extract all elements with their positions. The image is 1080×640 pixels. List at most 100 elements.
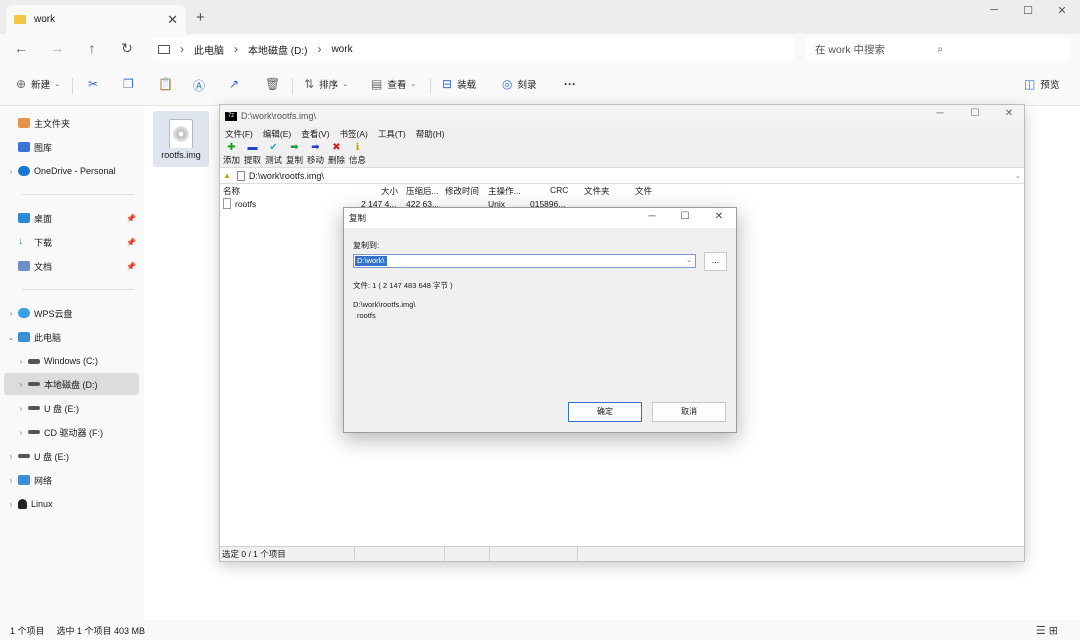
paste-button[interactable]: 📋 [158,77,178,91]
cut-button[interactable]: ✂ [88,77,103,91]
minimize-button[interactable]: ─ [979,4,1009,16]
nav-home[interactable]: 主文件夹 [4,112,139,134]
view-toggle-icons[interactable]: ☰ ⊞ [1036,624,1058,637]
dialog-maximize-button[interactable]: ☐ [674,211,696,222]
back-button[interactable]: ← [11,40,31,56]
tool-button-5[interactable]: ✖ 删除 [326,141,347,167]
new-tab-button[interactable]: + [196,9,205,26]
nav-gallery[interactable]: 图库 [4,136,139,158]
col-folders[interactable]: 文件夹 [584,185,610,197]
chevron-down-icon[interactable]: ⌄ [1015,172,1021,180]
chevron-right-icon[interactable]: › [4,476,18,485]
tool-button-1[interactable]: ▬ 提取 [242,141,263,167]
col-crc[interactable]: CRC [550,185,568,195]
menu-view[interactable]: 查看(V) [301,128,329,140]
tool-button-6[interactable]: ℹ 信息 [347,141,368,167]
preview-pane-button[interactable]: ◫ 预览 [1024,77,1059,91]
nav-desktop[interactable]: 桌面 📌 [4,207,139,229]
pin-icon[interactable]: 📌 [126,262,136,271]
nav-network[interactable]: › 网络 [4,469,139,491]
col-modified[interactable]: 修改时间 [445,185,479,197]
refresh-button[interactable]: ↻ [117,40,137,57]
address-bar[interactable]: › 此电脑 › 本地磁盘 (D:) › work [152,37,795,61]
sevenzip-maximize-button[interactable]: ☐ [960,108,990,119]
tool-button-2[interactable]: ✔ 测试 [263,141,284,167]
ok-button[interactable]: 确定 [568,402,642,422]
delete-button[interactable]: 🗑 [265,77,285,91]
paste-icon: 📋 [158,77,173,91]
nav-usb-e[interactable]: › U 盘 (E:) [4,397,139,419]
chevron-right-icon[interactable]: › [4,500,18,509]
chevron-right-icon[interactable]: › [4,452,18,461]
nav-linux[interactable]: › Linux [4,493,139,515]
tool-button-3[interactable]: ➡ 复制 [284,141,305,167]
burn-button[interactable]: ◎ 刻录 [502,77,537,91]
dialog-close-button[interactable]: ✕ [708,211,730,222]
breadcrumb-work[interactable]: work [331,44,352,55]
search-box[interactable]: 在 work 中搜索 ⌕ [805,37,1070,61]
sevenzip-path-text[interactable]: D:\work\rootfs.img\ [249,171,324,181]
destination-combobox[interactable]: D:\work\ ⌄ [353,254,696,268]
menu-file[interactable]: 文件(F) [225,128,253,140]
tab-work[interactable]: work ✕ [6,5,186,34]
nav-onedrive[interactable]: › OneDrive - Personal [4,160,139,182]
nav-usb-e2[interactable]: › U 盘 (E:) [4,445,139,467]
col-host-os[interactable]: 主操作... [488,185,521,197]
tool-button-4[interactable]: ➡ 移动 [305,141,326,167]
forward-button[interactable]: → [47,40,67,56]
nav-this-pc-label: 此电脑 [34,332,62,343]
chevron-right-icon[interactable]: › [14,380,28,389]
col-packed[interactable]: 压缩后... [406,185,439,197]
breadcrumb-this-pc[interactable]: 此电脑 [194,42,224,57]
new-button[interactable]: ⊕ 新建 ⌄ [16,77,60,91]
maximize-button[interactable]: ☐ [1013,4,1043,17]
pin-icon[interactable]: 📌 [126,238,136,247]
col-files[interactable]: 文件 [635,185,652,197]
chevron-right-icon[interactable]: › [4,309,18,318]
nav-documents[interactable]: 文档 📌 [4,255,139,277]
col-size[interactable]: 大小 [381,185,398,197]
sort-button[interactable]: ⇅ 排序 ⌄ [304,77,348,91]
row-name: rootfs [235,199,257,209]
browse-button[interactable]: ... [704,252,727,271]
nav-downloads[interactable]: ↓ 下载 📌 [4,231,139,253]
file-item-label[interactable]: rootfs.img [153,148,209,165]
cancel-button[interactable]: 取消 [652,402,726,422]
copy-button[interactable]: ❐ [123,77,139,91]
sevenzip-minimize-button[interactable]: ─ [925,108,955,119]
chevron-right-icon[interactable]: › [14,428,28,437]
menu-tools[interactable]: 工具(T) [378,128,406,140]
nav-wps[interactable]: › WPS云盘 [4,302,139,324]
menu-help[interactable]: 帮助(H) [416,128,445,140]
chevron-right-icon[interactable]: › [14,357,28,366]
breadcrumb-local-disk[interactable]: 本地磁盘 (D:) [248,42,307,57]
rename-button[interactable]: Ⓐ [193,77,210,94]
chevron-right-icon[interactable]: › [4,167,18,176]
chevron-down-icon[interactable]: ⌄ [686,256,692,264]
search-input[interactable]: 在 work 中搜索 [815,42,938,57]
nav-cd-f[interactable]: › CD 驱动器 (F:) [4,421,139,443]
chevron-right-icon: › [180,42,184,56]
sevenzip-close-button[interactable]: ✕ [994,108,1024,119]
nav-this-pc[interactable]: ⌄ 此电脑 [4,326,139,348]
folder-up-icon[interactable]: ▲ [223,171,231,180]
up-button[interactable]: ↑ [82,40,102,56]
more-options-button[interactable]: ··· [564,77,576,91]
destination-value[interactable]: D:\work\ [355,256,387,266]
nav-windows-c[interactable]: › Windows (C:) [4,350,139,372]
view-button[interactable]: ▤ 查看 ⌄ [371,77,416,91]
chevron-down-icon[interactable]: ⌄ [4,333,18,342]
chevron-right-icon[interactable]: › [14,404,28,413]
col-name[interactable]: 名称 [223,185,240,197]
mount-button[interactable]: ⊟ 装载 [442,77,476,91]
menu-edit[interactable]: 编辑(E) [263,128,291,140]
close-tab-icon[interactable]: ✕ [167,12,178,28]
tool-button-0[interactable]: ✚ 添加 [221,141,242,167]
menu-bookmarks[interactable]: 书签(A) [340,128,368,140]
dialog-minimize-button[interactable]: ─ [641,211,663,222]
share-button[interactable]: ↗ [229,77,244,91]
close-window-button[interactable]: ✕ [1047,4,1077,17]
nav-local-d[interactable]: › 本地磁盘 (D:) [4,373,139,395]
sevenzip-path-bar[interactable]: ▲ D:\work\rootfs.img\ ⌄ [220,167,1024,184]
pin-icon[interactable]: 📌 [126,214,136,223]
